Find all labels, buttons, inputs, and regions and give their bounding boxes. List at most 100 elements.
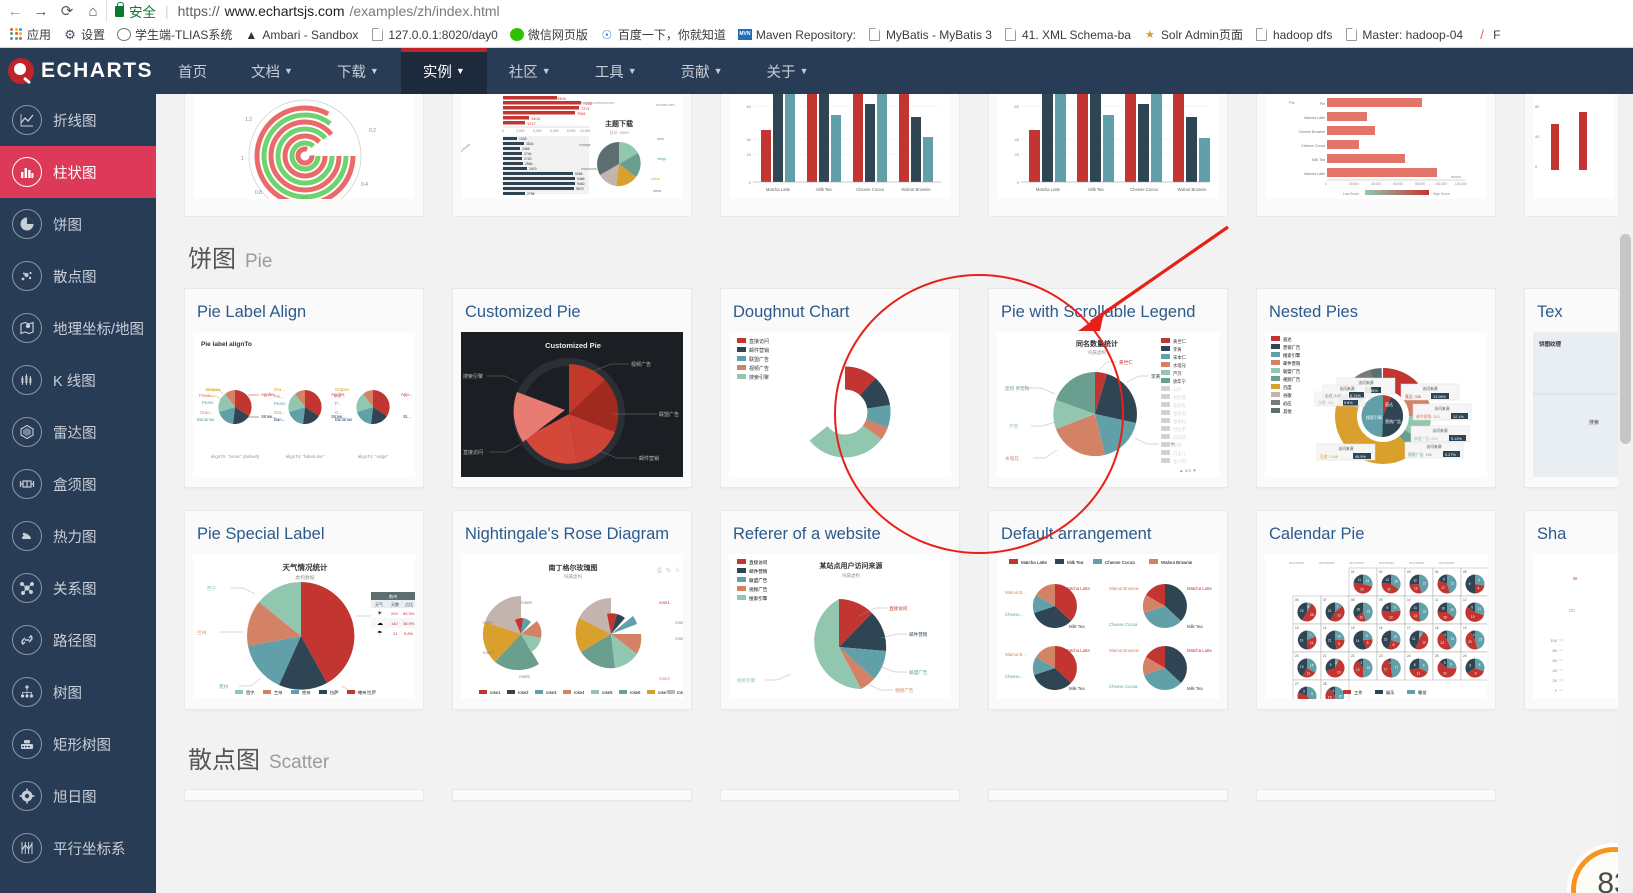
svg-text:2,000: 2,000 xyxy=(516,129,525,133)
scrollbar-thumb[interactable] xyxy=(1620,234,1631,444)
svg-text:5.74%: 5.74% xyxy=(1350,394,1361,398)
example-card-doughnut-chart[interactable]: Doughnut Chart 直接访问 邮件营销 联盟广告 视频广告 搜索引擎 xyxy=(720,288,960,488)
chevron-down-icon: ▼ xyxy=(284,66,293,76)
card-thumbnail: 80 40 0 xyxy=(1533,94,1615,199)
bookmark-item[interactable]: 41. XML Schema-ba xyxy=(999,26,1136,44)
back-arrow-icon[interactable]: ← xyxy=(2,0,28,22)
bookmark-item[interactable]: Master: hadoop-04 xyxy=(1339,26,1468,44)
example-card-partial[interactable] xyxy=(1256,789,1496,801)
sidebar-item-11[interactable]: 路径图 xyxy=(0,614,156,666)
svg-text:rose5: rose5 xyxy=(519,674,530,679)
example-card-rose-diagram[interactable]: Nightingale's Rose Diagram 南丁格尔玫瑰图 纯属虚构 … xyxy=(452,510,692,710)
example-card-partial[interactable] xyxy=(184,789,424,801)
bookmark-item[interactable]: ☉ 百度一下，你就知道 xyxy=(595,24,731,45)
svg-text:5: 5 xyxy=(1444,633,1446,637)
bookmark-item[interactable]: 微信网页版 xyxy=(505,24,593,45)
sidebar-item-8[interactable]: 盒须图 xyxy=(0,458,156,510)
example-card-referer[interactable]: Referer of a website 直接访问 邮件营销 联盟广告 视频广告… xyxy=(720,510,960,710)
svg-text:Matcha Latte: Matcha Latte xyxy=(1304,116,1325,120)
sidebar-item-15[interactable]: 平行坐标系 xyxy=(0,822,156,874)
svg-text:邮件营销: 邮件营销 xyxy=(749,347,769,354)
svg-text:访问来源: 访问来源 xyxy=(1338,446,1353,451)
section-title-scatter: 散点图 Scatter xyxy=(184,710,1633,789)
svg-text:macarons: macarons xyxy=(581,167,597,171)
home-icon[interactable]: ⌂ xyxy=(80,0,106,22)
bookmark-item[interactable]: hadoop dfs xyxy=(1250,26,1337,44)
sidebar-item-14[interactable]: 旭日图 xyxy=(0,770,156,822)
sidebar-item-13[interactable]: 矩形树图 xyxy=(0,718,156,770)
svg-text:5: 5 xyxy=(1367,641,1369,645)
example-card-default-arrangement[interactable]: Default arrangement Matcha Latte Milk Te… xyxy=(988,510,1228,710)
vertical-scrollbar[interactable] xyxy=(1618,94,1633,893)
example-card-calendar-pie[interactable]: Calendar Pie 2017/05/01 2017/05/08 2017/05… xyxy=(1256,510,1496,710)
nav-item[interactable]: 下载 ▼ xyxy=(315,48,401,94)
example-card-pie-label-align[interactable]: Pie Label Align Pie label alignTo Grapes… xyxy=(184,288,424,488)
nav-item[interactable]: 工具 ▼ xyxy=(573,48,659,94)
bookmark-item[interactable]: 127.0.0.1:8020/day0 xyxy=(365,26,502,44)
sidebar-item-7[interactable]: 雷达图 xyxy=(0,406,156,458)
svg-text:Matcha Latte: Matcha Latte xyxy=(1187,586,1212,591)
bookmark-item[interactable]: / F xyxy=(1470,26,1505,44)
bookmark-item[interactable]: 应用 xyxy=(4,24,56,45)
svg-text:联盟广告: 联盟广告 xyxy=(1283,368,1301,375)
svg-text:40: 40 xyxy=(1553,668,1558,673)
reload-icon[interactable]: ⟳ xyxy=(54,0,80,22)
svg-text:谷歌: 251: 谷歌: 251 xyxy=(1318,400,1334,405)
nav-item[interactable]: 首页 xyxy=(156,48,229,94)
svg-text:Cheese Cocoa: Cheese Cocoa xyxy=(856,187,884,192)
example-card[interactable]: 1.2 1 0.8 0.6 0.4 0.2 xyxy=(184,94,424,217)
nav-item[interactable]: 关于 ▼ xyxy=(745,48,831,94)
svg-text:搜索引擎: 搜索引擎 xyxy=(1283,352,1301,359)
example-card-partial[interactable] xyxy=(452,789,692,801)
sidebar-item-2[interactable]: 柱状图 xyxy=(0,146,156,198)
svg-text:Pie: Pie xyxy=(1320,102,1325,106)
nav-item[interactable]: 实例 ▼ xyxy=(400,48,487,94)
example-card[interactable]: 0 20 40 60 Matcha Latte Milk Tea Cheese Coco… xyxy=(988,94,1228,217)
bookmark-item[interactable]: 学生端-TLIAS系统 xyxy=(112,24,237,45)
nav-item[interactable]: 社区 ▼ xyxy=(487,48,573,94)
svg-text:38.9%: 38.9% xyxy=(403,621,415,626)
svg-text:O...: O... xyxy=(335,410,342,415)
example-card-pie-special-label[interactable]: Pie Special Label 天气情况统计 虚构数据 西宁 兰州 克州 拉… xyxy=(184,510,424,710)
sidebar-item-3[interactable]: 饼图 xyxy=(0,198,156,250)
example-card-partial[interactable]: Tex 饼图纹理 搜索 xyxy=(1524,288,1633,488)
card-thumbnail: 直接访问 邮件营销 联盟广告 视频广告 搜索引擎 xyxy=(729,332,951,477)
sidebar-item-10[interactable]: 关系图 xyxy=(0,562,156,614)
forward-arrow-icon[interactable]: → xyxy=(28,0,54,22)
example-card-nested-pies[interactable]: Nested Pies 直达 营销广告 搜索引擎 邮件营销 联盟广告 视频广告 … xyxy=(1256,288,1496,488)
svg-text:Grapes: Grapes xyxy=(335,387,350,392)
bookmark-item[interactable]: ▲ Ambari - Sandbox xyxy=(239,26,363,44)
example-card-partial[interactable] xyxy=(720,789,960,801)
svg-text:28: 28 xyxy=(1310,613,1314,617)
section-title-pie: 饼图 Pie xyxy=(184,217,1633,288)
example-card[interactable]: Pie Pie Matcha Latte Cheese Brownie Cheese… xyxy=(1256,94,1496,217)
svg-text:shine: shine xyxy=(651,177,660,181)
example-card[interactable]: 80 40 0 xyxy=(1524,94,1624,217)
sidebar-item-6[interactable]: K 线图 xyxy=(0,354,156,406)
example-card[interactable]: 3409 7155 7271 7561 1404 1217 0 2,000 4,00… xyxy=(452,94,692,217)
nav-item[interactable]: 文档 ▼ xyxy=(229,48,315,94)
sidebar-item-12[interactable]: 树图 xyxy=(0,666,156,718)
nav-item[interactable]: 贡献 ▼ xyxy=(659,48,745,94)
bookmark-item[interactable]: ⚙ 设置 xyxy=(58,24,110,45)
bookmark-item[interactable]: MyBatis - MyBatis 3 xyxy=(863,26,997,44)
heatmap-icon xyxy=(12,521,42,551)
example-card-partial[interactable]: Sha W Ch 100 80 60 40 20 0 xyxy=(1524,510,1633,710)
sidebar-item-4[interactable]: 散点图 xyxy=(0,250,156,302)
example-card-partial[interactable] xyxy=(988,789,1228,801)
address-bar[interactable]: 安全 | https://www.echartsjs.com/examples/… xyxy=(106,0,1633,22)
svg-text:02: 02 xyxy=(1379,570,1383,574)
svg-text:9575: 9575 xyxy=(576,187,584,191)
svg-text:22: 22 xyxy=(1337,614,1341,618)
example-card[interactable]: 0 20 40 60 Matcha Latte Milk Tea Cheese Coco… xyxy=(720,94,960,217)
sidebar-item-1[interactable]: 折线图 xyxy=(0,94,156,146)
example-card-customized-pie[interactable]: Customized Pie Customized Pie 视频广告 联盟广告 … xyxy=(452,288,692,488)
sidebar-item-9[interactable]: 热力图 xyxy=(0,510,156,562)
bookmark-item[interactable]: ★ Solr Admin页面 xyxy=(1138,24,1248,45)
brand-logo-area[interactable]: ECHARTS xyxy=(0,48,156,94)
bookmark-item[interactable]: Maven Repository: xyxy=(733,26,861,44)
svg-text:2964: 2964 xyxy=(525,162,533,166)
sidebar-item-5[interactable]: 地理坐标/地图 xyxy=(0,302,156,354)
example-card-pie-scrollable-legend[interactable]: Pie with Scrollable Legend 同名数量统计 纯属虚构 黄… xyxy=(988,288,1228,488)
svg-text:联盟广告: 联盟广告 xyxy=(749,577,768,584)
